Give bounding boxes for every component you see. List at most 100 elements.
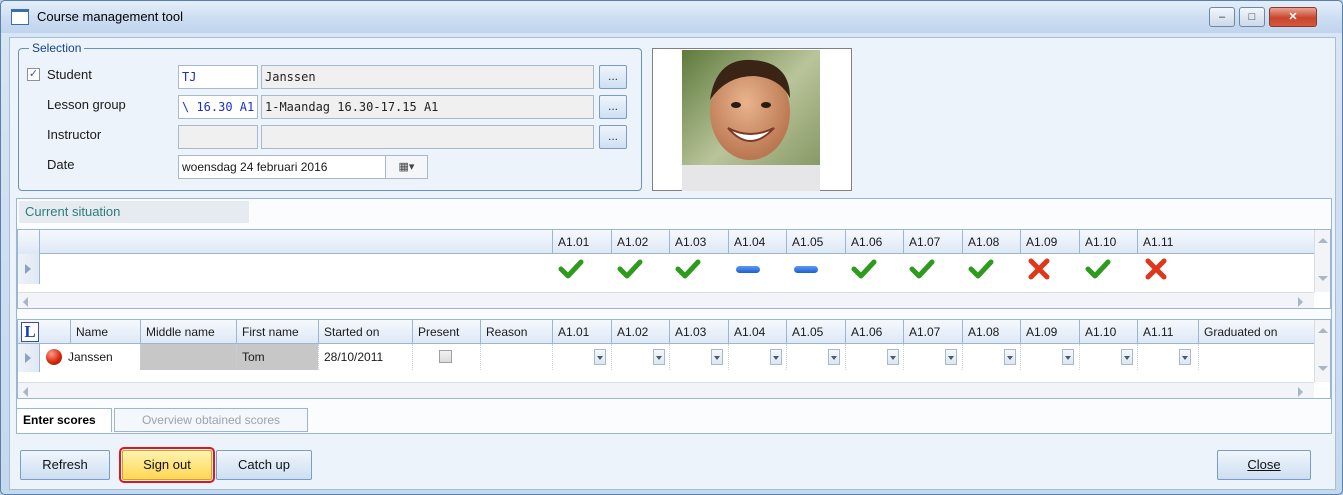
- header-middle-name[interactable]: Middle name: [140, 320, 236, 344]
- score-column-header[interactable]: A1.01: [552, 320, 611, 344]
- score-select[interactable]: [786, 344, 845, 370]
- chevron-down-icon[interactable]: [1062, 349, 1074, 365]
- status-column-header[interactable]: A1.08: [962, 230, 1021, 254]
- instructor-browse-button[interactable]: ...: [599, 125, 627, 149]
- score-select[interactable]: [669, 344, 728, 370]
- score-column-header[interactable]: A1.02: [611, 320, 670, 344]
- status-column-header[interactable]: A1.09: [1020, 230, 1079, 254]
- current-situation-panel: Current situation A1.01 A1.02 A1.03 A1.04 A1…: [16, 198, 1332, 434]
- scores-horizontal-scrollbar[interactable]: [18, 382, 1314, 398]
- cell-first-name[interactable]: Tom: [236, 344, 318, 370]
- cell-middle-name[interactable]: [140, 344, 236, 370]
- student-checkbox[interactable]: ✓: [27, 68, 40, 81]
- sign-out-button[interactable]: Sign out: [119, 447, 215, 483]
- score-column-header[interactable]: A1.06: [845, 320, 904, 344]
- status-horizontal-scrollbar[interactable]: [18, 292, 1314, 308]
- selection-legend: Selection: [29, 41, 85, 55]
- score-select[interactable]: [962, 344, 1021, 370]
- chevron-down-icon[interactable]: [945, 349, 957, 365]
- score-column-header[interactable]: A1.10: [1079, 320, 1138, 344]
- date-picker-button[interactable]: ▦▾: [386, 155, 428, 179]
- student-code-field[interactable]: TJ: [178, 65, 258, 89]
- cell-present[interactable]: [412, 344, 480, 370]
- close-window-button[interactable]: ✕: [1269, 7, 1317, 27]
- score-column-header[interactable]: A1.05: [786, 320, 845, 344]
- cell-graduated-on[interactable]: [1198, 344, 1314, 370]
- status-column-header[interactable]: A1.02: [611, 230, 670, 254]
- chevron-down-icon[interactable]: [1004, 349, 1016, 365]
- status-vertical-scrollbar[interactable]: [1314, 230, 1330, 292]
- status-column-header[interactable]: A1.07: [903, 230, 962, 254]
- status-column-header[interactable]: A1.03: [669, 230, 728, 254]
- status-column-header[interactable]: A1.11: [1137, 230, 1196, 254]
- header-name[interactable]: Name: [70, 320, 140, 344]
- lesson-group-label: Lesson group: [47, 97, 126, 112]
- chevron-down-icon[interactable]: [770, 349, 782, 365]
- score-column-header[interactable]: A1.04: [728, 320, 787, 344]
- instructor-code-field[interactable]: [178, 125, 258, 149]
- score-select[interactable]: [1079, 344, 1138, 370]
- chevron-down-icon[interactable]: [1179, 349, 1191, 365]
- instructor-name-field[interactable]: [261, 125, 594, 149]
- header-reason[interactable]: Reason: [480, 320, 550, 344]
- lesson-group-name-field[interactable]: 1-Maandag 16.30-17.15 A1: [261, 95, 594, 119]
- score-select[interactable]: [1020, 344, 1079, 370]
- score-select[interactable]: [903, 344, 962, 370]
- chevron-down-icon[interactable]: [711, 349, 723, 365]
- student-label: Student: [47, 67, 92, 82]
- date-label: Date: [47, 157, 75, 172]
- header-first-name[interactable]: First name: [236, 320, 318, 344]
- score-select[interactable]: [611, 344, 670, 370]
- cell-reason[interactable]: [480, 344, 550, 370]
- status-column-header[interactable]: A1.10: [1079, 230, 1138, 254]
- scroll-down-icon: [1318, 276, 1328, 281]
- score-column-header[interactable]: A1.08: [962, 320, 1021, 344]
- score-column-header[interactable]: A1.03: [669, 320, 728, 344]
- scroll-right-icon: [1298, 387, 1303, 397]
- table-row[interactable]: Janssen Tom 28/10/2011: [40, 344, 1314, 372]
- refresh-button[interactable]: Refresh: [20, 450, 110, 480]
- tab-enter-scores[interactable]: Enter scores: [16, 408, 112, 432]
- cell-started-on[interactable]: 28/10/2011: [318, 344, 412, 370]
- minimize-button[interactable]: –: [1209, 7, 1235, 27]
- score-select[interactable]: [552, 344, 611, 370]
- header-present[interactable]: Present: [412, 320, 480, 344]
- chevron-down-icon[interactable]: [594, 349, 606, 365]
- score-column-header[interactable]: A1.09: [1020, 320, 1079, 344]
- chevron-down-icon[interactable]: [887, 349, 899, 365]
- score-select[interactable]: [1137, 344, 1196, 370]
- cell-name[interactable]: Janssen: [68, 344, 140, 370]
- close-button[interactable]: Close: [1217, 450, 1311, 480]
- scores-row-selector[interactable]: [18, 344, 40, 372]
- score-column-header[interactable]: A1.11: [1137, 320, 1196, 344]
- status-row: [18, 254, 1314, 284]
- current-situation-tab[interactable]: Current situation: [19, 201, 249, 223]
- scores-vertical-scrollbar[interactable]: [1314, 320, 1330, 382]
- tab-overview-obtained-scores[interactable]: Overview obtained scores: [114, 408, 308, 432]
- maximize-button[interactable]: □: [1239, 7, 1265, 27]
- chevron-down-icon[interactable]: [653, 349, 665, 365]
- lesson-group-code-field[interactable]: \ 16.30 A1: [178, 95, 258, 119]
- scroll-up-icon: [1318, 238, 1328, 243]
- status-column-header[interactable]: A1.06: [845, 230, 904, 254]
- score-column-header[interactable]: A1.07: [903, 320, 962, 344]
- lesson-group-browse-button[interactable]: ...: [599, 95, 627, 119]
- header-started-on[interactable]: Started on: [318, 320, 412, 344]
- layout-icon[interactable]: L: [21, 322, 39, 342]
- score-select[interactable]: [845, 344, 904, 370]
- header-graduated-on[interactable]: Graduated on: [1198, 320, 1314, 344]
- status-grid-header: A1.01 A1.02 A1.03 A1.04 A1.05 A1.06 A1.07 A1.08…: [18, 230, 1314, 254]
- check-icon: [968, 259, 994, 279]
- status-column-header[interactable]: A1.04: [728, 230, 787, 254]
- status-column-header[interactable]: A1.05: [786, 230, 845, 254]
- date-field[interactable]: woensdag 24 februari 2016: [178, 155, 386, 179]
- instructor-label: Instructor: [47, 127, 102, 142]
- chevron-down-icon[interactable]: [828, 349, 840, 365]
- score-select[interactable]: [728, 344, 787, 370]
- student-name-field[interactable]: Janssen: [261, 65, 594, 89]
- student-browse-button[interactable]: ...: [599, 65, 627, 89]
- status-column-header[interactable]: A1.01: [552, 230, 611, 254]
- catch-up-button[interactable]: Catch up: [216, 450, 312, 480]
- present-checkbox[interactable]: [439, 350, 452, 363]
- chevron-down-icon[interactable]: [1121, 349, 1133, 365]
